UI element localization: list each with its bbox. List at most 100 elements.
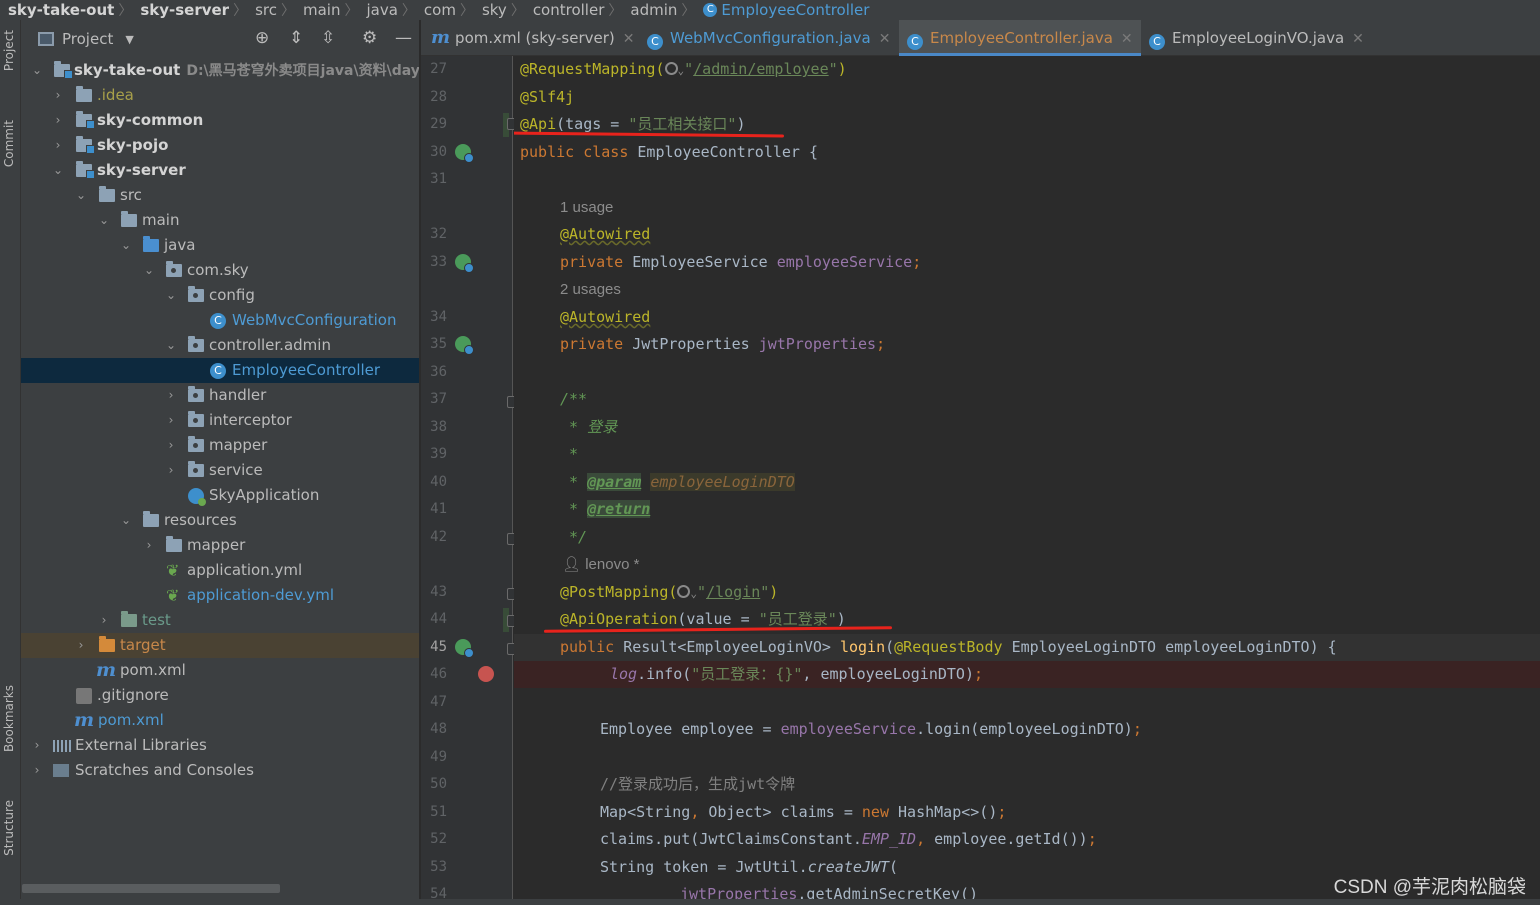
tree-item-application-yml[interactable]: application.yml: [21, 558, 419, 583]
chevron-right-icon[interactable]: ›: [165, 433, 177, 458]
tree-item-gitignore[interactable]: .gitignore: [21, 683, 419, 708]
chevron-down-icon[interactable]: ⌄: [98, 208, 110, 233]
folder-icon: [76, 86, 92, 102]
chevron-right-icon[interactable]: ›: [98, 608, 110, 633]
code-token: HashMap<>(): [898, 803, 998, 821]
bookmarks-tool-button[interactable]: Bookmarks: [2, 685, 16, 752]
chevron-right-icon[interactable]: ›: [165, 383, 177, 408]
crumb-com[interactable]: com: [416, 1, 460, 19]
spring-bean-icon[interactable]: [455, 336, 474, 355]
breakpoint-icon[interactable]: [478, 666, 494, 682]
tree-item-sky-server[interactable]: ⌄ sky-server: [21, 158, 419, 183]
tree-item-server-pom[interactable]: m pom.xml: [21, 658, 419, 683]
spring-bean-icon[interactable]: [455, 144, 474, 163]
crumb-sky-take-out[interactable]: sky-take-out: [0, 1, 118, 19]
tree-item-java[interactable]: ⌄ java: [21, 233, 419, 258]
tree-item-test[interactable]: › test: [21, 608, 419, 633]
crumb-src[interactable]: src: [247, 1, 281, 19]
close-icon[interactable]: ✕: [1352, 31, 1364, 47]
tree-item-interceptor[interactable]: › interceptor: [21, 408, 419, 433]
project-tool-button[interactable]: Project: [2, 30, 16, 71]
tree-item-webmvc-configuration[interactable]: C WebMvcConfiguration: [21, 308, 419, 333]
chevron-down-icon[interactable]: ⌄: [143, 258, 155, 283]
crumb-controller[interactable]: controller: [525, 1, 609, 19]
class-icon: C: [210, 313, 226, 329]
tab-webmvc-configuration[interactable]: C WebMvcConfiguration.java ✕: [647, 20, 890, 56]
tree-item-employee-controller[interactable]: C EmployeeController: [21, 358, 419, 383]
url-link[interactable]: /admin/employee: [693, 60, 828, 78]
hide-icon[interactable]: —: [395, 28, 412, 48]
chevron-down-icon[interactable]: ⌄: [165, 283, 177, 308]
code-editor[interactable]: @RequestMapping(⌄"/admin/employee") @Slf…: [514, 56, 1540, 905]
tab-pom-xml[interactable]: m pom.xml (sky-server) ✕: [431, 20, 634, 56]
tree-item-sky-common[interactable]: › sky-common: [21, 108, 419, 133]
close-icon[interactable]: ✕: [623, 31, 635, 47]
crumb-admin[interactable]: admin: [622, 1, 681, 19]
close-icon[interactable]: ✕: [879, 31, 891, 47]
tree-item-src[interactable]: ⌄ src: [21, 183, 419, 208]
tree-item-controller-admin[interactable]: ⌄ controller.admin: [21, 333, 419, 358]
url-link[interactable]: /login: [706, 583, 760, 601]
chevron-right-icon[interactable]: ›: [165, 408, 177, 433]
tree-item-resources[interactable]: ⌄ resources: [21, 508, 419, 533]
code-token: *: [560, 500, 588, 518]
usage-hint[interactable]: 1 usage: [514, 194, 1540, 221]
crumb-employee-controller[interactable]: EmployeeController: [717, 1, 873, 19]
globe-icon[interactable]: [677, 585, 691, 598]
crumb-sky-server[interactable]: sky-server: [132, 1, 233, 19]
chevron-down-icon[interactable]: ⌄: [120, 233, 132, 258]
tree-item-external-libraries[interactable]: › External Libraries: [21, 733, 419, 758]
tree-item-idea[interactable]: › .idea: [21, 83, 419, 108]
project-view-selector[interactable]: Project: [62, 30, 113, 48]
editor-gutter[interactable]: 27 28 29 30 31 32 33 34 35 36 37 38 39 4…: [421, 56, 518, 905]
usage-hint[interactable]: 2 usages: [514, 276, 1540, 303]
tree-item-scratches[interactable]: › Scratches and Consoles: [21, 758, 419, 783]
chevron-right-icon[interactable]: ›: [165, 458, 177, 483]
gear-icon[interactable]: ⚙: [362, 28, 377, 48]
chevron-down-icon[interactable]: ⌄: [31, 58, 43, 83]
tree-item-root-pom[interactable]: m pom.xml: [21, 708, 419, 733]
structure-tool-button[interactable]: Structure: [2, 800, 16, 856]
tree-item-service[interactable]: › service: [21, 458, 419, 483]
author-hint[interactable]: 👤︎ lenovo *: [514, 551, 1540, 578]
chevron-right-icon[interactable]: ›: [52, 133, 64, 158]
tree-item-main[interactable]: ⌄ main: [21, 208, 419, 233]
locate-icon[interactable]: ⊕: [255, 28, 269, 48]
tree-item-config[interactable]: ⌄ config: [21, 283, 419, 308]
tree-item-target[interactable]: › target: [21, 633, 419, 658]
chevron-down-icon[interactable]: ⌄: [165, 333, 177, 358]
tab-employee-controller[interactable]: C EmployeeController.java ✕: [899, 20, 1141, 56]
chevron-down-icon[interactable]: ⌄: [120, 508, 132, 533]
chevron-down-icon[interactable]: ⌄: [52, 158, 64, 183]
chevron-right-icon[interactable]: ›: [75, 633, 87, 658]
crumb-main[interactable]: main: [295, 1, 344, 19]
commit-tool-button[interactable]: Commit: [2, 120, 16, 167]
tree-item-sky-pojo[interactable]: › sky-pojo: [21, 133, 419, 158]
chevron-right-icon[interactable]: ›: [31, 733, 43, 758]
chevron-right-icon[interactable]: ›: [52, 83, 64, 108]
tree-item-sky-application[interactable]: SkyApplication: [21, 483, 419, 508]
spring-endpoint-icon[interactable]: [455, 639, 474, 658]
chevron-right-icon[interactable]: ›: [31, 758, 43, 783]
tree-item-mapper[interactable]: › mapper: [21, 433, 419, 458]
chevron-down-icon[interactable]: ▼: [125, 33, 133, 46]
tree-item-sky-take-out[interactable]: ⌄ sky-take-out D:\黑马苍穹外卖项目java\资料\day0: [21, 58, 419, 83]
collapse-all-icon[interactable]: ⇳: [321, 28, 335, 48]
spring-bean-icon[interactable]: [455, 254, 474, 273]
crumb-java[interactable]: java: [358, 1, 401, 19]
close-icon[interactable]: ✕: [1121, 31, 1133, 47]
chevron-right-icon[interactable]: ›: [143, 533, 155, 558]
code-token: */: [560, 528, 588, 546]
expand-all-icon[interactable]: ⇕: [289, 28, 303, 48]
chevron-down-icon[interactable]: ⌄: [75, 183, 87, 208]
globe-icon[interactable]: [664, 62, 678, 75]
tree-item-handler[interactable]: › handler: [21, 383, 419, 408]
line-number: 48: [430, 721, 447, 737]
tab-employee-login-vo[interactable]: C EmployeeLoginVO.java ✕: [1149, 20, 1364, 56]
chevron-right-icon[interactable]: ›: [52, 108, 64, 133]
tree-item-resources-mapper[interactable]: › mapper: [21, 533, 419, 558]
tree-item-application-dev-yml[interactable]: application-dev.yml: [21, 583, 419, 608]
tree-item-com-sky[interactable]: ⌄ com.sky: [21, 258, 419, 283]
horizontal-scrollbar[interactable]: [22, 884, 280, 893]
crumb-sky[interactable]: sky: [474, 1, 511, 19]
